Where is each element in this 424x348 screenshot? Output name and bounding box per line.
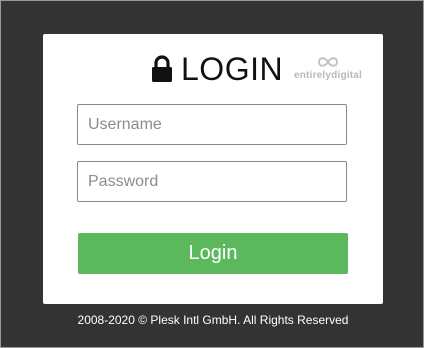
username-input[interactable] <box>77 104 347 145</box>
password-input[interactable] <box>77 161 347 202</box>
brand-name: entirelydigital <box>293 70 362 81</box>
page-title: LOGIN <box>181 51 284 87</box>
login-heading: LOGIN <box>151 52 283 86</box>
entirelydigital-logo-icon <box>317 57 339 67</box>
lock-icon <box>152 55 172 82</box>
brand-logo: entirelydigital <box>291 55 365 83</box>
login-card: LOGIN entirelydigital Login <box>43 34 383 304</box>
page-background: LOGIN entirelydigital Login 2008-2020 © … <box>0 0 424 348</box>
login-button[interactable]: Login <box>78 233 348 274</box>
footer-copyright: 2008-2020 © Plesk Intl GmbH. All Rights … <box>77 313 349 327</box>
